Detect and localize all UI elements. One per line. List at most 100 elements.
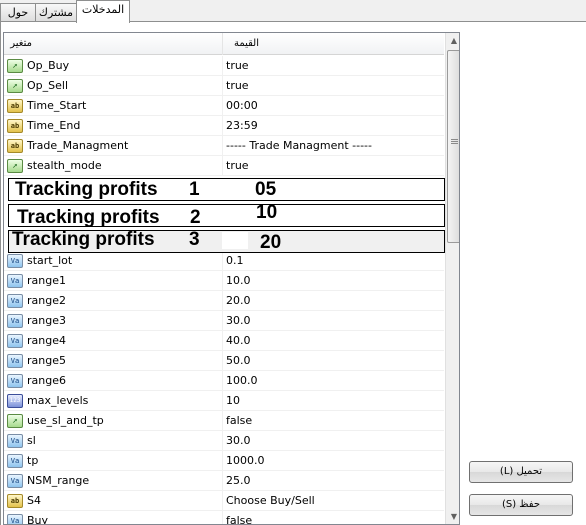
parameter-name-cell: Va range3	[4, 311, 223, 331]
load-button[interactable]: تحميل (L)	[469, 461, 573, 483]
tab-common[interactable]: مشترك	[35, 3, 77, 22]
parameter-row[interactable]: Va range5 50.0	[4, 351, 444, 371]
grip-icon	[451, 139, 458, 140]
parameter-value[interactable]: false	[226, 411, 252, 431]
tab-inputs[interactable]: المدخلات	[76, 0, 130, 23]
parameter-value[interactable]: Choose Buy/Sell	[226, 491, 315, 511]
parameter-row[interactable]: ab S4 Choose Buy/Sell	[4, 491, 444, 511]
parameter-value[interactable]: 25.0	[226, 471, 251, 491]
parameter-value[interactable]: true	[226, 76, 249, 96]
parameters-grid: متغير القيمة ↗ Op_Buy true ↗ Op_Sell true ab Ti…	[3, 32, 460, 525]
parameter-name-cell: ↗ Op_Buy	[4, 56, 223, 76]
parameter-name: Op_Buy	[27, 59, 70, 72]
parameter-name-cell: ab Time_Start	[4, 96, 223, 116]
parameter-name: max_levels	[27, 394, 89, 407]
parameter-row[interactable]: Va range1 10.0	[4, 271, 444, 291]
vertical-scrollbar[interactable]: ▲ ▼	[445, 33, 459, 524]
va-icon: Va	[7, 334, 23, 348]
parameter-row[interactable]: Va tp 1000.0	[4, 451, 444, 471]
parameter-row[interactable]: ↗ Op_Sell true	[4, 76, 444, 96]
parameter-value[interactable]: 10.0	[226, 271, 251, 291]
parameter-name: range6	[27, 374, 66, 387]
va-icon: Va	[7, 374, 23, 388]
parameter-value[interactable]: false	[226, 511, 252, 524]
parameter-row[interactable]: ↗ stealth_mode true	[4, 156, 444, 176]
parameter-name-cell: ab S4	[4, 491, 223, 511]
parameter-name-cell: ab Trade_Managment	[4, 136, 223, 156]
parameter-value[interactable]: 50.0	[226, 351, 251, 371]
tracking-profits-value: 05	[255, 179, 277, 200]
parameter-row[interactable]: Va Buy false	[4, 511, 444, 524]
parameter-name: range5	[27, 354, 66, 367]
parameter-value[interactable]: 20.0	[226, 291, 251, 311]
parameter-row[interactable]: Va range2 20.0	[4, 291, 444, 311]
parameter-name-cell: Va Buy	[4, 511, 223, 524]
ab-icon: ab	[7, 494, 23, 508]
parameter-row[interactable]: ↗ use_sl_and_tp false	[4, 411, 444, 431]
parameter-name-cell: ↗ stealth_mode	[4, 156, 223, 176]
parameter-row[interactable]: Va sl 30.0	[4, 431, 444, 451]
parameter-name-cell: Va range6	[4, 371, 223, 391]
value-placeholder	[222, 232, 248, 249]
va-icon: Va	[7, 514, 23, 524]
parameter-name-cell: ↗ use_sl_and_tp	[4, 411, 223, 431]
parameter-value[interactable]: true	[226, 156, 249, 176]
parameter-value[interactable]: 23:59	[226, 116, 258, 136]
tracking-profits-value: 20	[260, 232, 282, 253]
parameter-value[interactable]: 10	[226, 391, 240, 411]
parameter-name-cell: Va range4	[4, 331, 223, 351]
parameter-value[interactable]: 30.0	[226, 431, 251, 451]
tracking-profits-label: Tracking profits	[12, 229, 155, 250]
tracking-profits-row-1[interactable]: Tracking profits 1 05	[8, 178, 445, 201]
save-button[interactable]: حفظ (S)	[469, 494, 573, 516]
bool-icon: ↗	[7, 59, 23, 73]
parameter-value[interactable]: 100.0	[226, 371, 258, 391]
tracking-profits-row-3[interactable]: Tracking profits 3 20	[8, 230, 445, 253]
parameter-value[interactable]: 0.1	[226, 251, 244, 271]
parameter-value[interactable]: ----- Trade Managment -----	[226, 136, 372, 156]
num-icon: 123	[7, 394, 23, 408]
parameter-row[interactable]: ab Trade_Managment ----- Trade Managment -…	[4, 136, 444, 156]
va-icon: Va	[7, 254, 23, 268]
parameter-name-cell: Va range5	[4, 351, 223, 371]
parameter-row[interactable]: ↗ Op_Buy true	[4, 56, 444, 76]
parameter-name-cell: ab Time_End	[4, 116, 223, 136]
parameter-value[interactable]: true	[226, 56, 249, 76]
scroll-up-arrow-icon[interactable]: ▲	[446, 33, 459, 49]
va-icon: Va	[7, 294, 23, 308]
tracking-profits-index: 2	[190, 207, 201, 228]
va-icon: Va	[7, 314, 23, 328]
parameter-row[interactable]: Va range6 100.0	[4, 371, 444, 391]
parameter-value[interactable]: 30.0	[226, 311, 251, 331]
parameter-name: S4	[27, 494, 41, 507]
parameter-name: use_sl_and_tp	[27, 414, 104, 427]
parameter-name-cell: Va NSM_range	[4, 471, 223, 491]
bool-icon: ↗	[7, 414, 23, 428]
tracking-profits-value: 10	[256, 202, 278, 223]
parameter-row[interactable]: Va range4 40.0	[4, 331, 444, 351]
va-icon: Va	[7, 434, 23, 448]
scroll-thumb[interactable]	[447, 50, 459, 243]
parameter-row[interactable]: Va NSM_range 25.0	[4, 471, 444, 491]
ab-icon: ab	[7, 99, 23, 113]
parameter-name: range2	[27, 294, 66, 307]
column-header-value[interactable]: القيمة	[224, 33, 444, 55]
parameter-value[interactable]: 40.0	[226, 331, 251, 351]
parameter-row[interactable]: 123 max_levels 10	[4, 391, 444, 411]
column-header-variable[interactable]: متغير	[4, 33, 223, 55]
parameter-row[interactable]: ab Time_End 23:59	[4, 116, 444, 136]
parameter-value[interactable]: 00:00	[226, 96, 258, 116]
scroll-down-arrow-icon[interactable]: ▼	[446, 509, 459, 524]
tracking-profits-label: Tracking profits	[17, 207, 160, 228]
parameter-row[interactable]: ab Time_Start 00:00	[4, 96, 444, 116]
parameter-name-cell: Va start_lot	[4, 251, 223, 271]
tab-about[interactable]: حول	[0, 3, 36, 22]
parameter-row[interactable]: Va range3 30.0	[4, 311, 444, 331]
va-icon: Va	[7, 454, 23, 468]
parameter-row[interactable]: Va start_lot 0.1	[4, 251, 444, 271]
parameter-name: Trade_Managment	[27, 139, 129, 152]
tracking-profits-index: 3	[189, 229, 200, 250]
tracking-profits-row-2[interactable]: Tracking profits 2 10	[8, 202, 445, 228]
va-icon: Va	[7, 354, 23, 368]
parameter-value[interactable]: 1000.0	[226, 451, 265, 471]
